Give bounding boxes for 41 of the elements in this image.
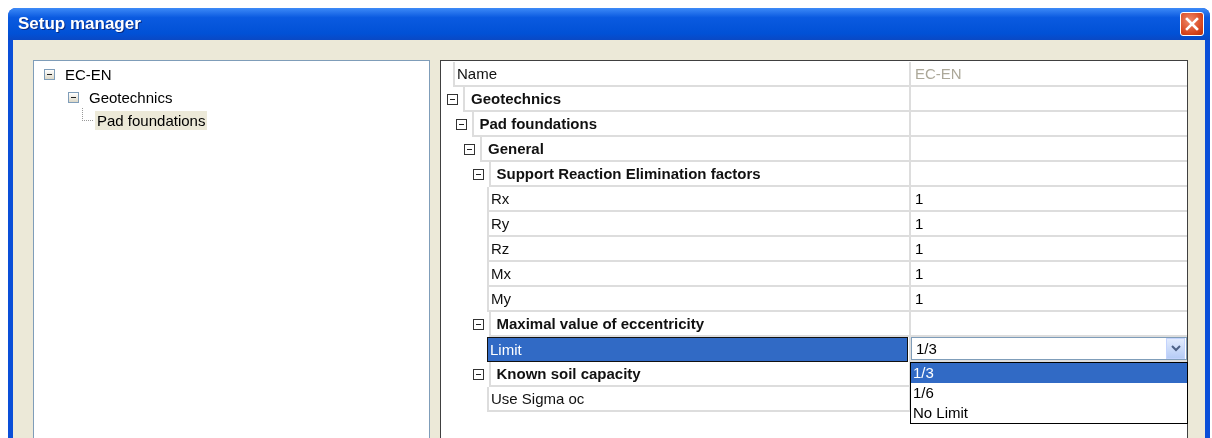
collapse-icon[interactable] xyxy=(68,92,79,103)
property-name[interactable]: Ry xyxy=(487,212,909,237)
collapse-icon[interactable] xyxy=(472,369,484,380)
combo-value: 1/3 xyxy=(916,340,937,357)
property-name[interactable]: Rz xyxy=(487,237,909,262)
collapse-icon[interactable] xyxy=(44,69,55,80)
connector-line xyxy=(82,108,93,121)
collapse-icon[interactable] xyxy=(472,169,484,180)
dropdown-option[interactable]: No Limit xyxy=(911,403,1187,423)
property-value[interactable]: 1 xyxy=(911,240,924,257)
property-name[interactable]: Name xyxy=(453,62,909,87)
collapse-icon[interactable] xyxy=(447,94,458,105)
property-name[interactable]: Limit xyxy=(487,337,908,362)
property-value[interactable]: 1 xyxy=(911,190,924,207)
property-value[interactable]: 1 xyxy=(911,290,924,307)
property-value[interactable]: 1 xyxy=(911,265,924,282)
chevron-down-icon xyxy=(1170,345,1181,352)
dropdown-button[interactable] xyxy=(1166,338,1185,359)
dropdown-option[interactable]: 1/6 xyxy=(911,383,1187,403)
dropdown-option[interactable]: 1/3 xyxy=(911,363,1187,383)
collapse-icon[interactable] xyxy=(464,144,475,155)
collapse-icon[interactable] xyxy=(472,319,484,330)
property-value[interactable]: 1 xyxy=(911,215,924,232)
tree-item[interactable]: EC-EN xyxy=(63,65,114,84)
property-name[interactable]: Mx xyxy=(487,262,909,287)
property-name[interactable]: Rx xyxy=(487,187,909,212)
category-label[interactable]: Support Reaction Elimination factors xyxy=(488,162,909,187)
category-label[interactable]: Pad foundations xyxy=(471,112,909,137)
window-title: Setup manager xyxy=(18,14,141,34)
close-button[interactable] xyxy=(1180,12,1204,36)
combo-box[interactable]: 1/3 xyxy=(911,337,1187,360)
property-name[interactable]: Use Sigma oc xyxy=(487,387,909,412)
close-icon xyxy=(1185,17,1199,31)
tree-item[interactable]: Pad foundations xyxy=(95,111,208,130)
property-value: EC-EN xyxy=(914,65,962,82)
category-label[interactable]: Geotechnics xyxy=(463,87,909,112)
collapse-icon[interactable] xyxy=(455,119,467,130)
tree-item[interactable]: Geotechnics xyxy=(87,88,175,107)
category-label[interactable]: Known soil capacity xyxy=(488,362,909,387)
category-label[interactable]: General xyxy=(480,137,909,162)
property-name[interactable]: My xyxy=(487,287,909,312)
